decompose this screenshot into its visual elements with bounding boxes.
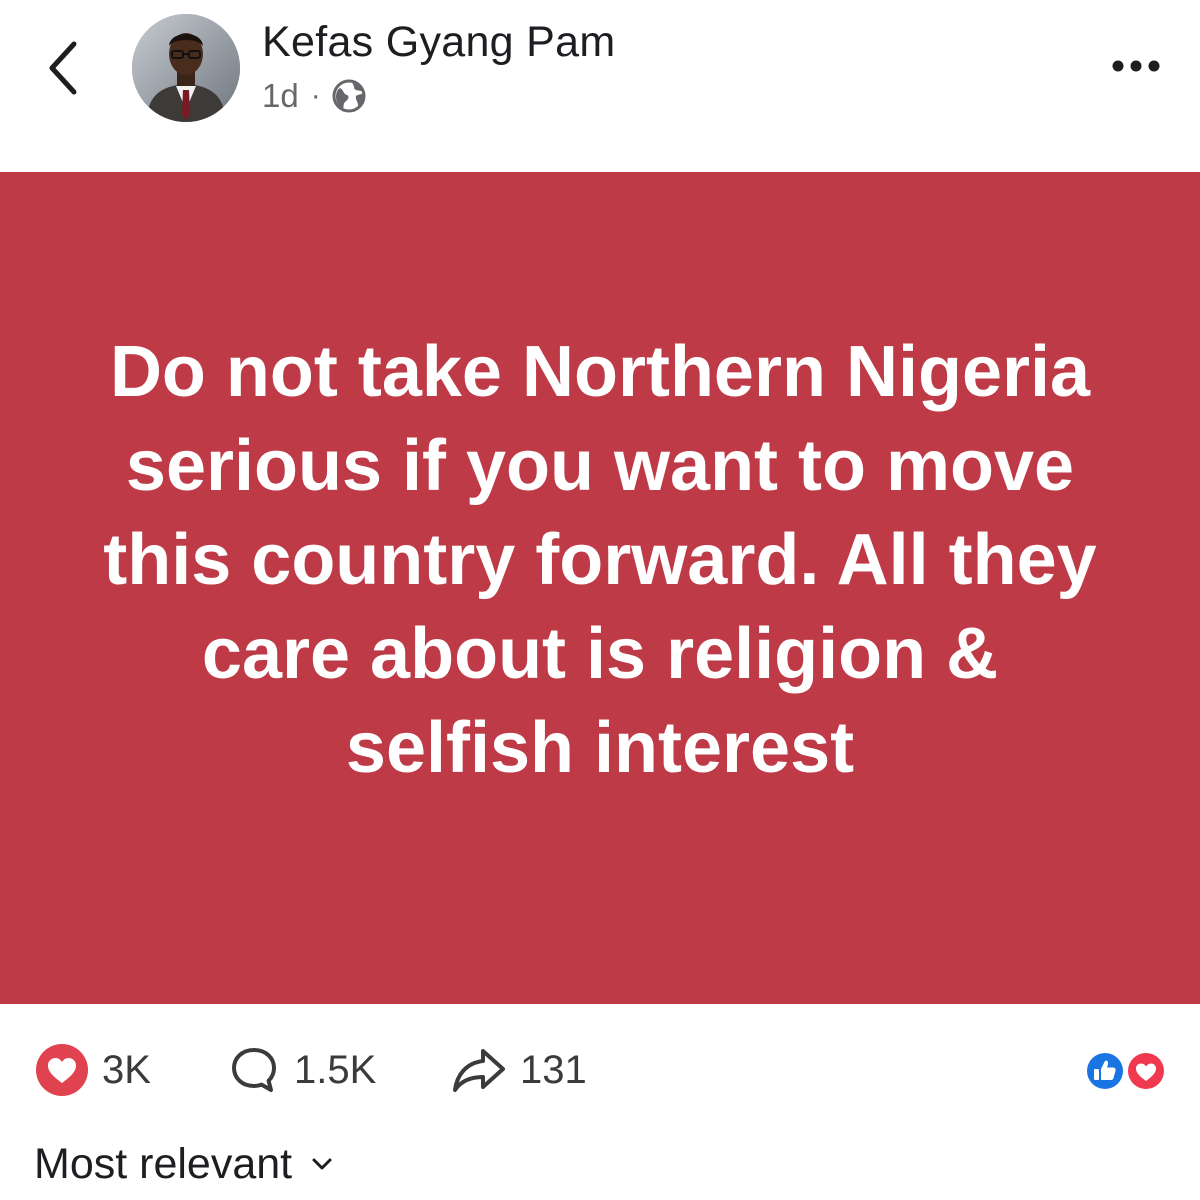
post-actions-bar: 3K 1.5K 131: [0, 1004, 1200, 1130]
chevron-down-icon: [312, 1158, 332, 1170]
post-meta: 1d ·: [262, 76, 367, 116]
reactions-count: 3K: [102, 1047, 151, 1092]
post-timestamp[interactable]: 1d: [262, 77, 299, 115]
post-text: Do not take Northern Nigeria serious if …: [103, 332, 1097, 788]
profile-photo: [132, 14, 240, 122]
chevron-left-icon: [49, 41, 77, 95]
comment-bubble-icon: [232, 1048, 276, 1092]
globe-icon[interactable]: [331, 78, 367, 114]
avatar[interactable]: [132, 14, 240, 122]
more-horizontal-icon: [1112, 60, 1160, 72]
love-reaction-icon: [1125, 1050, 1167, 1092]
reaction-icons-group: [1084, 1050, 1167, 1092]
comments-button[interactable]: 1.5K: [226, 1042, 376, 1098]
meta-separator: ·: [310, 79, 321, 112]
shares-button[interactable]: 131: [450, 1042, 587, 1098]
heart-icon: [36, 1044, 88, 1096]
share-arrow-icon: [453, 1049, 505, 1092]
shares-count: 131: [520, 1047, 587, 1092]
like-reaction-icon: [1084, 1050, 1126, 1092]
author-name[interactable]: Kefas Gyang Pam: [262, 18, 615, 67]
post-text-card[interactable]: Do not take Northern Nigeria serious if …: [0, 172, 1200, 1004]
comments-count: 1.5K: [294, 1047, 377, 1092]
back-button[interactable]: [36, 30, 100, 100]
more-options-button[interactable]: [1100, 46, 1172, 86]
sort-label: Most relevant: [34, 1139, 293, 1188]
reactions-button[interactable]: 3K: [34, 1042, 151, 1098]
post-header: Kefas Gyang Pam 1d ·: [0, 0, 1200, 172]
comments-sort-dropdown[interactable]: Most relevant: [34, 1134, 342, 1194]
reactions-summary[interactable]: [1080, 1048, 1170, 1094]
